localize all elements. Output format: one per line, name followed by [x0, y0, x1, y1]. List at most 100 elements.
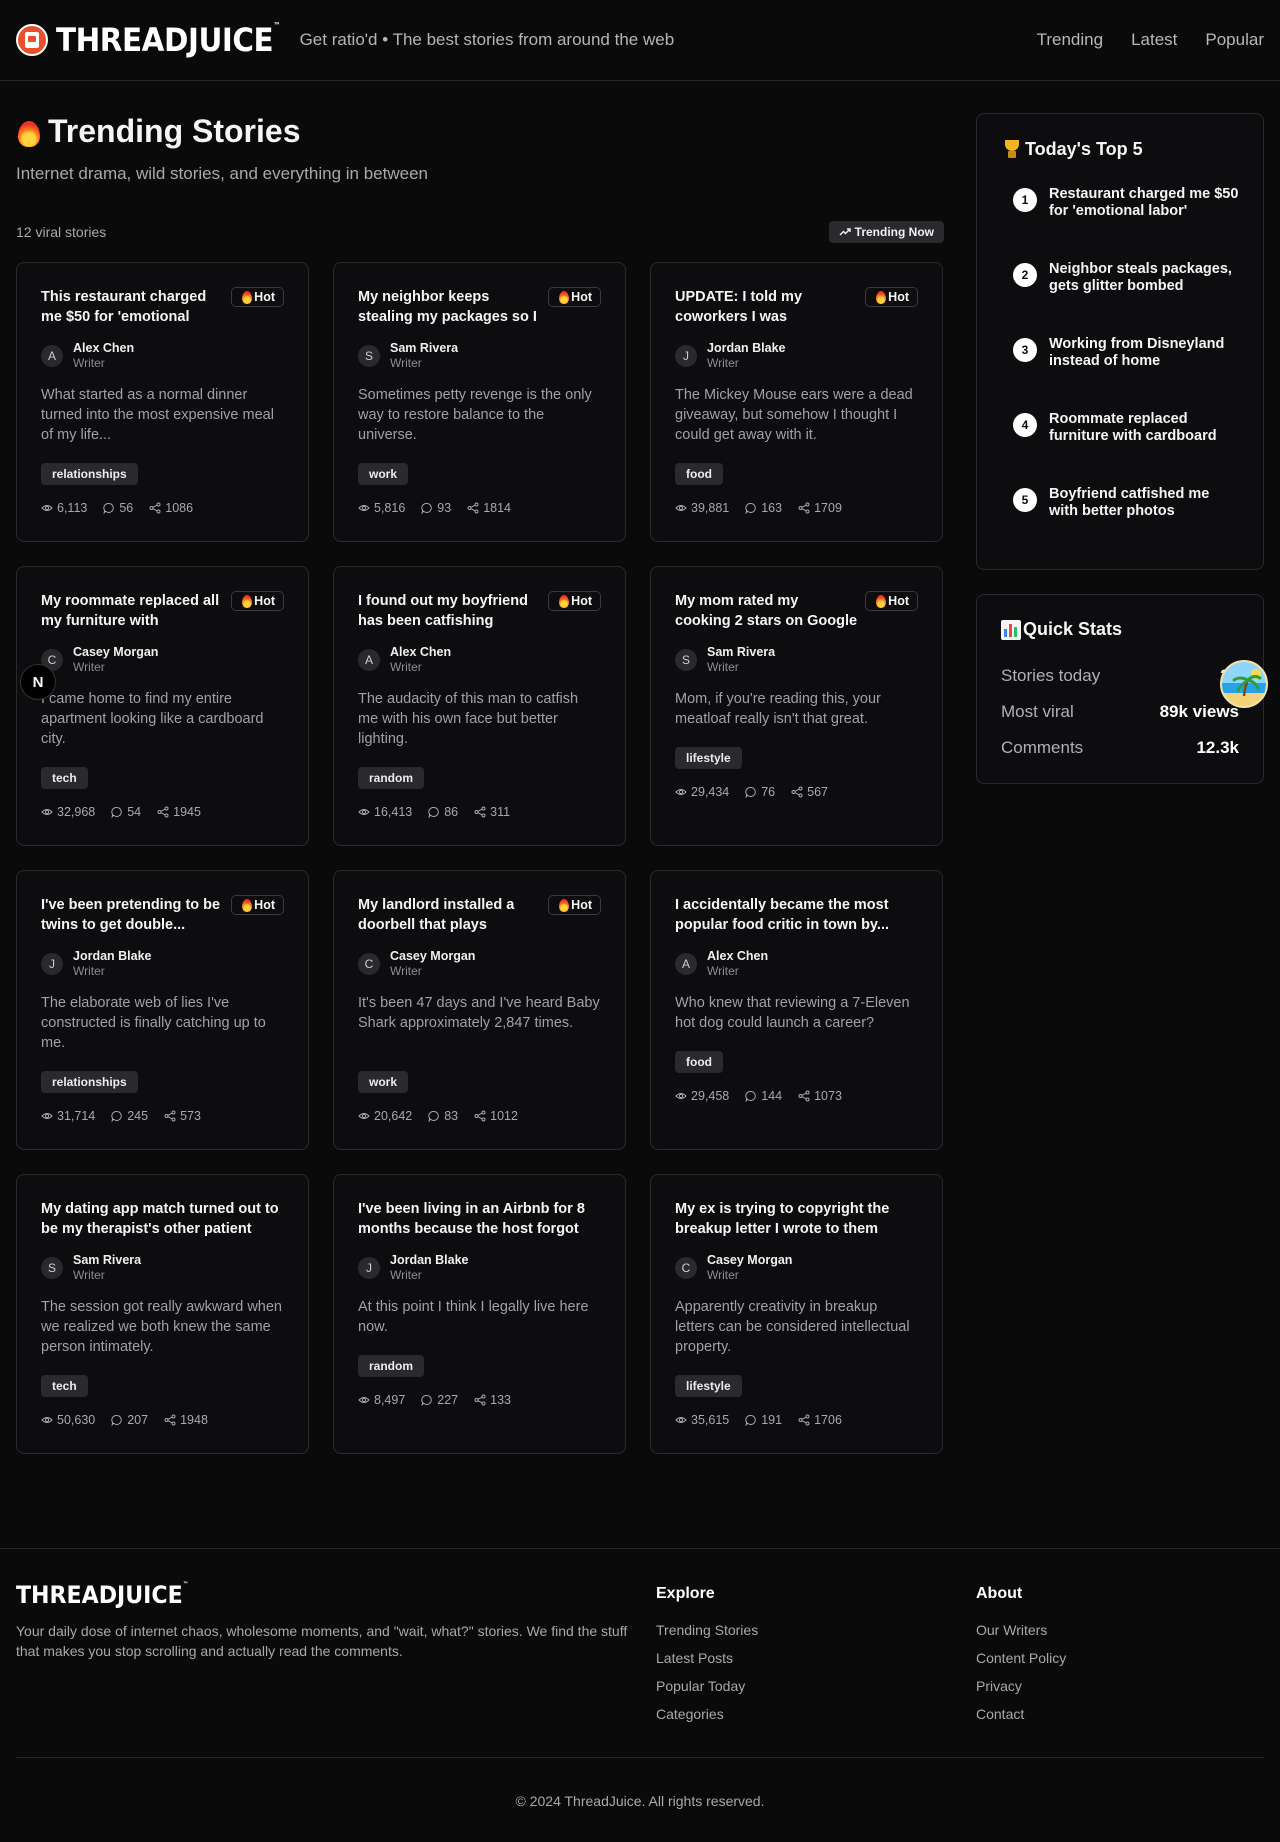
- avatar: J: [675, 345, 697, 367]
- comments-count: 54: [111, 805, 141, 819]
- story-title[interactable]: I've been pretending to be twins to get …: [41, 895, 223, 935]
- card-header: My dating app match turned out to be my …: [41, 1199, 284, 1239]
- top5-item[interactable]: 3 Working from Disneyland instead of home: [1001, 336, 1239, 411]
- footer-link-privacy[interactable]: Privacy: [976, 1677, 1066, 1695]
- footer-link-trending-stories[interactable]: Trending Stories: [656, 1621, 758, 1639]
- story-card[interactable]: I accidentally became the most popular f…: [650, 870, 943, 1150]
- story-title[interactable]: My mom rated my cooking 2 stars on Googl…: [675, 591, 857, 631]
- top5-item[interactable]: 5 Boyfriend catfished me with better phot…: [1001, 486, 1239, 561]
- story-title[interactable]: My roommate replaced all my furniture wi…: [41, 591, 223, 631]
- story-title[interactable]: I've been living in an Airbnb for 8 mont…: [358, 1199, 601, 1239]
- footer-link-categories[interactable]: Categories: [656, 1705, 758, 1723]
- island-avatar-icon[interactable]: [1220, 660, 1268, 708]
- footer-link-popular-today[interactable]: Popular Today: [656, 1677, 758, 1695]
- nextjs-devtools-badge[interactable]: N: [20, 664, 56, 700]
- top5-item[interactable]: 1 Restaurant charged me $50 for 'emotiona…: [1001, 186, 1239, 261]
- story-title[interactable]: I accidentally became the most popular f…: [675, 895, 918, 935]
- comments-icon: [428, 1110, 439, 1122]
- story-card[interactable]: I've been living in an Airbnb for 8 mont…: [333, 1174, 626, 1454]
- top5-item-title: Boyfriend catfished me with better photo…: [1049, 486, 1210, 519]
- footer-logo[interactable]: THREADJUICE™: [16, 1581, 188, 1609]
- story-card[interactable]: My neighbor keeps stealing my packages s…: [333, 262, 626, 542]
- hot-badge: Hot: [865, 287, 918, 307]
- story-stats: 39,881 163 1709: [675, 501, 918, 515]
- fire-icon: [559, 594, 570, 608]
- category-tag[interactable]: work: [358, 1071, 409, 1093]
- category-tag[interactable]: tech: [41, 767, 88, 789]
- fire-icon: [876, 290, 887, 304]
- nav-popular[interactable]: Popular: [1205, 30, 1264, 50]
- story-title[interactable]: UPDATE: I told my coworkers I was 'worki…: [675, 287, 857, 327]
- footer-link-our-writers[interactable]: Our Writers: [976, 1621, 1066, 1639]
- story-title[interactable]: My landlord installed a doorbell that pl…: [358, 895, 540, 935]
- nav-trending[interactable]: Trending: [1037, 30, 1103, 50]
- logo[interactable]: THREADJUICE™: [16, 22, 300, 56]
- story-card[interactable]: My ex is trying to copyright the breakup…: [650, 1174, 943, 1454]
- quick-stats-list: Stories today24 Most viral 89k views Commen…: [1001, 666, 1239, 758]
- stat-label: Most viral: [1001, 702, 1074, 721]
- views-count: 29,458: [675, 1089, 729, 1103]
- stat-value: 12.3k: [1196, 738, 1239, 757]
- quick-stats-title: Quick Stats: [1001, 619, 1239, 640]
- fire-icon: [559, 898, 570, 912]
- story-title[interactable]: My dating app match turned out to be my …: [41, 1199, 284, 1239]
- story-excerpt: What started as a normal dinner turned i…: [41, 387, 274, 443]
- author-role: Writer: [390, 660, 422, 674]
- top5-item[interactable]: 2 Neighbor steals packages, gets glitter …: [1001, 261, 1239, 336]
- story-title[interactable]: My ex is trying to copyright the breakup…: [675, 1199, 918, 1239]
- author-info: A Alex Chen Writer: [675, 949, 918, 979]
- story-card[interactable]: I've been pretending to be twins to get …: [16, 870, 309, 1150]
- footer-link-content-policy[interactable]: Content Policy: [976, 1649, 1066, 1667]
- story-card[interactable]: My dating app match turned out to be my …: [16, 1174, 309, 1454]
- views-count: 31,714: [41, 1109, 95, 1123]
- category-tag[interactable]: relationships: [41, 463, 138, 485]
- story-card[interactable]: UPDATE: I told my coworkers I was 'worki…: [650, 262, 943, 542]
- category-tag[interactable]: relationships: [41, 1071, 138, 1093]
- views-count: 32,968: [41, 805, 95, 819]
- story-title[interactable]: I found out my boyfriend has been catfis…: [358, 591, 540, 631]
- comments-icon: [745, 502, 756, 514]
- category-tag[interactable]: random: [358, 767, 425, 789]
- top5-item[interactable]: 4 Roommate replaced furniture with cardbo…: [1001, 411, 1239, 486]
- story-stats: 31,714 245 573: [41, 1109, 284, 1123]
- comments-count: 83: [428, 1109, 458, 1123]
- shares-count: 1012: [474, 1109, 518, 1123]
- top5-item-title: Roommate replaced furniture with cardboa…: [1049, 411, 1217, 444]
- story-card[interactable]: I found out my boyfriend has been catfis…: [333, 566, 626, 846]
- footer-link-contact[interactable]: Contact: [976, 1705, 1066, 1723]
- story-title[interactable]: My neighbor keeps stealing my packages s…: [358, 287, 540, 327]
- quick-stat-row: Most viral 89k views: [1001, 702, 1239, 722]
- views-icon: [41, 1113, 53, 1119]
- nav-latest[interactable]: Latest: [1131, 30, 1177, 50]
- category-tag[interactable]: lifestyle: [675, 1375, 742, 1397]
- story-title[interactable]: This restaurant charged me $50 for 'emot…: [41, 287, 223, 327]
- fire-icon: [559, 290, 570, 304]
- rank-number: 3: [1013, 338, 1037, 362]
- category-tag[interactable]: food: [675, 1051, 723, 1073]
- category-tag[interactable]: random: [358, 1355, 425, 1377]
- rank-number: 2: [1013, 263, 1037, 287]
- rank-number: 4: [1013, 413, 1037, 437]
- category-tag[interactable]: work: [358, 463, 409, 485]
- category-tag[interactable]: lifestyle: [675, 747, 742, 769]
- story-card[interactable]: This restaurant charged me $50 for 'emot…: [16, 262, 309, 542]
- footer-link-latest-posts[interactable]: Latest Posts: [656, 1649, 758, 1667]
- top5-item-title: Restaurant charged me $50 for 'emotional…: [1049, 186, 1239, 219]
- views-icon: [675, 1417, 687, 1423]
- shares-count: 1945: [157, 805, 201, 819]
- author-role: Writer: [73, 1268, 105, 1282]
- story-card[interactable]: My roommate replaced all my furniture wi…: [16, 566, 309, 846]
- story-stats: 32,968 54 1945: [41, 805, 284, 819]
- story-stats: 5,816 93 1814: [358, 501, 601, 515]
- author-info: J Jordan Blake Writer: [675, 341, 918, 371]
- story-count: 12 viral stories: [16, 224, 107, 240]
- story-card[interactable]: My mom rated my cooking 2 stars on Googl…: [650, 566, 943, 846]
- author-role: Writer: [73, 660, 105, 674]
- story-card[interactable]: My landlord installed a doorbell that pl…: [333, 870, 626, 1150]
- card-header: I've been pretending to be twins to get …: [41, 895, 284, 935]
- category-tag[interactable]: food: [675, 463, 723, 485]
- avatar: C: [358, 953, 380, 975]
- author-role: Writer: [707, 356, 739, 370]
- category-tag[interactable]: tech: [41, 1375, 88, 1397]
- views-icon: [41, 809, 53, 815]
